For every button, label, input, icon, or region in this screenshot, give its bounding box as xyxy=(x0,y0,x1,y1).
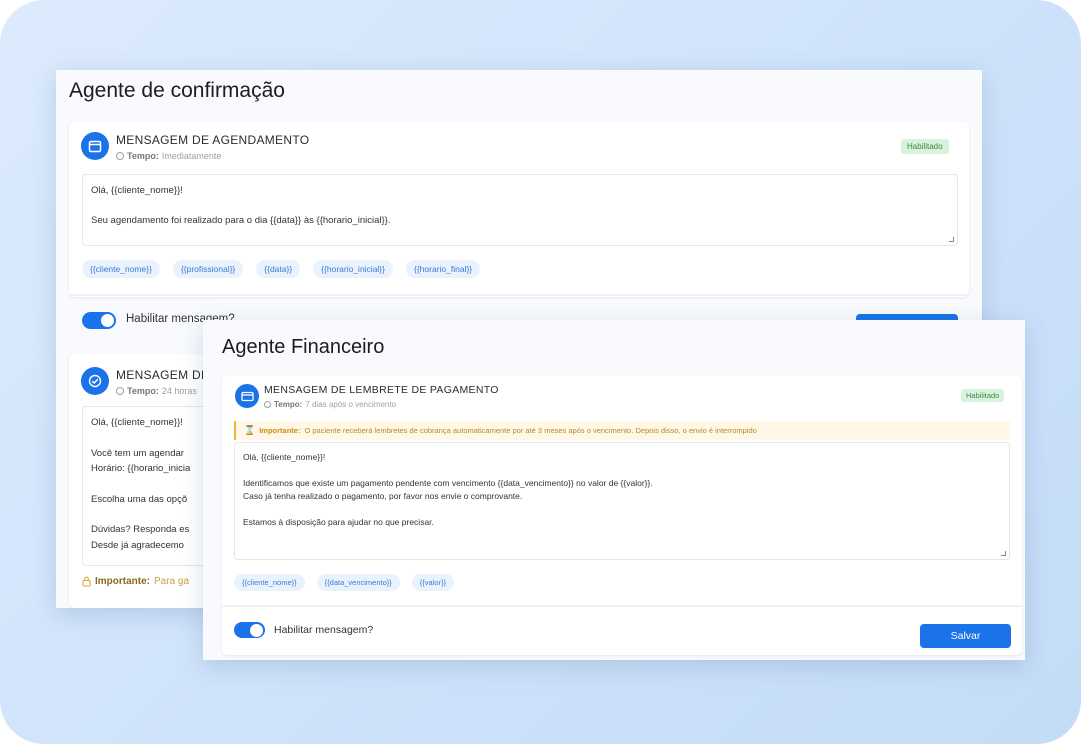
message-line: Olá, {{cliente_nome}}! xyxy=(243,452,326,462)
enable-message-toggle[interactable] xyxy=(82,312,116,329)
variable-chips: {{cliente_nome}} {{profissional}} {{data… xyxy=(82,260,481,278)
message-line: Olá, {{cliente_nome}}! xyxy=(91,185,183,196)
scheduling-message-card: MENSAGEM DE AGENDAMENTO Tempo: Imediatam… xyxy=(69,122,969,297)
time-value: 7 dias após o vencimento xyxy=(305,400,397,409)
important-label: Importante: xyxy=(95,576,150,587)
warning-icon: ⌛ xyxy=(244,425,256,435)
card-time: Tempo: Imediatamente xyxy=(116,151,221,161)
variable-chip[interactable]: {{data}} xyxy=(256,260,301,278)
time-label: Tempo: xyxy=(127,151,159,161)
time-label: Tempo: xyxy=(127,386,159,396)
variable-chip[interactable]: {{valor}} xyxy=(411,574,455,591)
warning-label: Importante: xyxy=(259,426,301,435)
status-badge: Habilitado xyxy=(961,389,1005,402)
resize-handle[interactable] xyxy=(949,237,954,242)
clock-icon xyxy=(264,401,271,408)
message-line: Caso já tenha realizado o pagamento, por… xyxy=(243,491,523,501)
card-heading: MENSAGEM DE AGENDAMENTO xyxy=(116,133,310,147)
lock-icon xyxy=(82,576,91,587)
message-line xyxy=(91,198,949,213)
message-textarea[interactable]: Olá, {{cliente_nome}}! Identificamos que… xyxy=(234,442,1010,560)
clock-icon xyxy=(116,387,124,395)
payment-reminder-card: MENSAGEM DE LEMBRETE DE PAGAMENTO Tempo:… xyxy=(222,375,1022,655)
divider xyxy=(222,605,1022,607)
time-label: Tempo: xyxy=(274,400,303,409)
toggle-label: Habilitar mensagem? xyxy=(274,624,374,636)
card-heading: MENSAGEM DE xyxy=(116,368,210,382)
message-line: Identificamos que existe um pagamento pe… xyxy=(243,478,653,488)
message-line xyxy=(243,503,1001,516)
enable-message-toggle[interactable] xyxy=(234,622,265,638)
clock-icon xyxy=(116,152,124,160)
variable-chip[interactable]: {{horario_final}} xyxy=(406,260,481,278)
resize-handle[interactable] xyxy=(1001,551,1006,556)
card-heading: MENSAGEM DE LEMBRETE DE PAGAMENTO xyxy=(264,384,499,396)
card-time: Tempo: 24 horas xyxy=(116,386,197,396)
variable-chip[interactable]: {{cliente_nome}} xyxy=(234,574,305,591)
message-line: Estamos à disposição para ajudar no que … xyxy=(243,517,434,527)
save-button[interactable]: Salvar xyxy=(920,624,1011,648)
time-value: 24 horas xyxy=(161,386,197,396)
variable-chip[interactable]: {{cliente_nome}} xyxy=(82,260,160,278)
time-value: Imediatamente xyxy=(161,151,222,161)
background: Agente de confirmação MENSAGEM DE AGENDA… xyxy=(0,0,1081,744)
important-warning: ⌛ Importante: O paciente receberá lembre… xyxy=(234,421,1010,440)
variable-chip[interactable]: {{horario_inicial}} xyxy=(313,260,393,278)
check-circle-icon xyxy=(81,367,109,395)
message-line xyxy=(243,464,1001,477)
message-line: Seu agendamento foi realizado para o dia… xyxy=(91,215,391,226)
panel-title: Agente de confirmação xyxy=(69,79,285,102)
message-textarea[interactable]: Olá, {{cliente_nome}}! Seu agendamento f… xyxy=(82,174,958,246)
warning-text: O paciente receberá lembretes de cobranç… xyxy=(304,426,757,435)
payment-icon xyxy=(235,384,259,408)
variable-chips: {{cliente_nome}} {{data_vencimento}} {{v… xyxy=(234,574,455,591)
variable-chip[interactable]: {{profissional}} xyxy=(172,260,244,278)
important-text: Para ga xyxy=(154,576,190,587)
panel-title: Agente Financeiro xyxy=(222,336,385,358)
important-note: Importante: Para ga xyxy=(82,576,189,587)
calendar-icon xyxy=(81,132,109,160)
financial-agent-panel: Agente Financeiro MENSAGEM DE LEMBRETE D… xyxy=(203,320,1025,660)
status-badge: Habilitado xyxy=(901,139,949,154)
variable-chip[interactable]: {{data_vencimento}} xyxy=(316,574,400,591)
card-time: Tempo: 7 dias após o vencimento xyxy=(264,400,396,409)
divider xyxy=(69,294,969,296)
